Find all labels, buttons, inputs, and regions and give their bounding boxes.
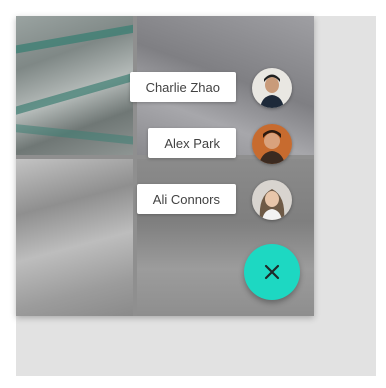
avatar[interactable]: [252, 124, 292, 164]
contact-label[interactable]: Charlie Zhao: [129, 72, 236, 102]
contact-label[interactable]: Ali Connors: [136, 184, 236, 214]
avatar[interactable]: [252, 68, 292, 108]
close-fab-button[interactable]: [244, 244, 300, 300]
contact-item-alex-park[interactable]: Alex Park: [0, 124, 386, 164]
contact-item-ali-connors[interactable]: Ali Connors: [0, 180, 386, 220]
contact-item-charlie-zhao[interactable]: Charlie Zhao: [0, 68, 386, 108]
contact-label[interactable]: Alex Park: [148, 128, 236, 158]
avatar[interactable]: [252, 180, 292, 220]
close-icon: [264, 264, 280, 280]
